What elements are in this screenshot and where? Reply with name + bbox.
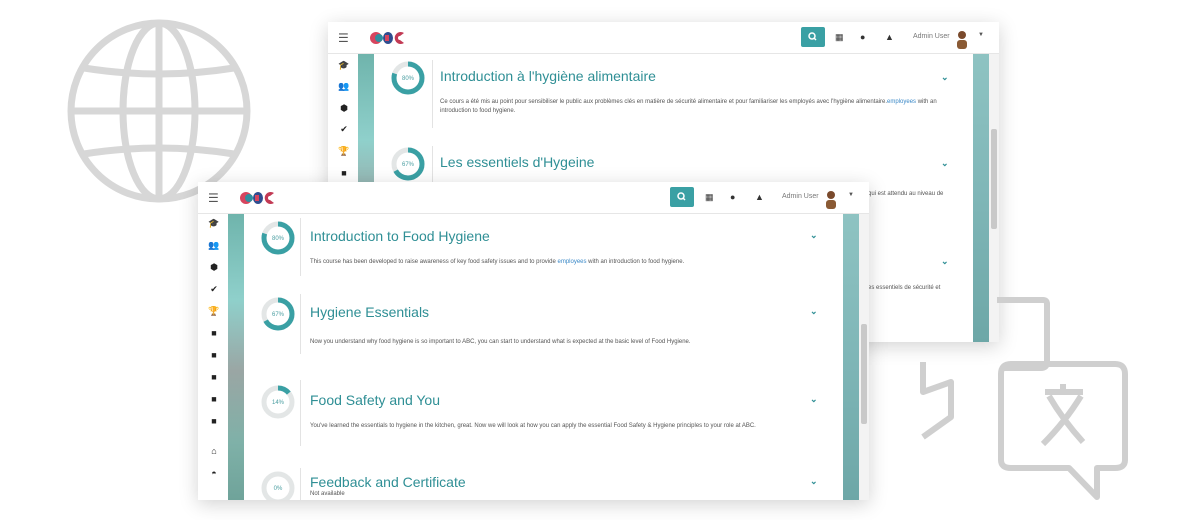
folder-icon[interactable]: ■ [208,328,220,338]
course-card[interactable]: 67% Hygiene Essentials ⌄ Now you underst… [258,294,848,354]
dashboard-gauge-icon[interactable]: ◓ [208,468,220,478]
progress-ring: 67% [261,297,295,331]
notifications-bell-icon[interactable]: ▲ [755,192,764,202]
course-card[interactable]: 80% Introduction à l'hygiène alimentaire… [388,60,978,130]
abc-logo [370,32,404,44]
description-text: This course has been developed to raise … [310,259,558,265]
badge-icon[interactable]: ⬢ [208,262,220,273]
translate-icon [920,297,1128,500]
scrollbar-thumb[interactable] [991,129,997,229]
course-description: Now you understand why food hygiene is s… [310,339,691,345]
course-card[interactable]: 14% Food Safety and You ⌄ You've learned… [258,380,848,446]
divider [300,294,301,354]
divider [432,60,433,128]
progress-ring: 0% [261,471,295,500]
users-icon[interactable]: 👥 [208,240,220,251]
check-circle-icon[interactable]: ✔ [338,124,350,135]
folder-icon[interactable]: ■ [208,350,220,360]
apps-grid-icon[interactable]: ▦ [705,192,714,203]
progress-ring: 67% [391,147,425,181]
chevron-down-icon[interactable]: ⌄ [941,72,949,83]
course-title[interactable]: Feedback and Certificate [310,474,466,490]
abc-logo [240,192,274,204]
course-card[interactable]: 67% Les essentiels d'Hygeine ⌄ [388,146,978,186]
progress-label: 80% [402,76,415,82]
course-card[interactable]: 80% Introduction to Food Hygiene ⌄ This … [258,218,848,282]
description-link[interactable]: employees [887,99,916,105]
messages-icon[interactable]: ● [860,32,865,42]
apps-grid-icon[interactable]: ▦ [835,32,844,43]
sidebar: 🎓 👥 ⬢ ✔ 🏆 ■ ■ ■ ■ ■ ⌂ ◓ [198,214,228,500]
progress-ring: 80% [261,221,295,255]
progress-label: 14% [272,400,285,406]
course-availability: Not available [310,491,345,497]
course-title[interactable]: Food Safety and You [310,392,440,408]
messages-icon[interactable]: ● [730,192,735,202]
scrollbar[interactable] [859,214,869,500]
search-icon [677,192,686,201]
home-icon[interactable]: ⌂ [208,446,220,456]
badge-icon[interactable]: ⬢ [338,103,350,114]
divider [300,380,301,446]
folder-icon[interactable]: ■ [208,416,220,426]
chevron-down-icon[interactable]: ⌄ [941,158,949,169]
hamburger-menu-icon[interactable]: ☰ [338,31,349,45]
description-text: Ce cours a été mis au point pour sensibi… [440,99,888,105]
folder-icon[interactable]: ■ [208,372,220,382]
user-menu-caret-icon[interactable]: ▼ [848,192,854,198]
user-avatar[interactable] [955,29,969,49]
course-window-english: ☰ ▦ ● ▲ Admin User ▼ 🎓 👥 ⬢ ✔ 🏆 ■ ■ ■ ■ ■… [198,182,869,500]
scrollbar-thumb[interactable] [861,324,867,424]
folder-icon[interactable]: ■ [338,168,350,178]
search-button[interactable] [670,187,694,207]
courses-cap-icon[interactable]: 🎓 [208,218,220,229]
folder-icon[interactable]: ■ [208,394,220,404]
notifications-bell-icon[interactable]: ▲ [885,32,894,42]
description-text-end: with an introduction to food hygiene. [586,259,685,265]
divider [300,468,301,500]
description-link[interactable]: employees [557,259,586,265]
top-navbar: ☰ ▦ ● ▲ Admin User ▼ [328,22,999,54]
course-card[interactable]: 0% Feedback and Certificate ⌄ Not availa… [258,468,848,500]
peek-text: qui est attendu au niveau de [868,191,944,197]
course-description: Ce cours a été mis au point pour sensibi… [440,98,940,116]
course-description: This course has been developed to raise … [310,258,810,267]
courses-cap-icon[interactable]: 🎓 [338,60,350,71]
progress-label: 80% [272,236,285,242]
decorative-strip-left [228,214,244,500]
course-title[interactable]: Introduction to Food Hygiene [310,228,490,244]
globe-icon [67,19,251,203]
course-title[interactable]: Les essentiels d'Hygeine [440,154,594,170]
hamburger-menu-icon[interactable]: ☰ [208,191,219,205]
trophy-icon[interactable]: 🏆 [208,306,220,317]
progress-label: 67% [402,162,415,168]
progress-label: 0% [274,486,283,492]
chevron-down-icon[interactable]: ⌄ [941,256,949,267]
search-button[interactable] [801,27,825,47]
chevron-down-icon[interactable]: ⌄ [810,306,818,317]
progress-ring: 14% [261,385,295,419]
chevron-down-icon[interactable]: ⌄ [810,394,818,405]
course-title[interactable]: Hygiene Essentials [310,304,429,320]
user-avatar[interactable] [824,189,838,209]
user-menu-caret-icon[interactable]: ▼ [978,32,984,38]
course-title[interactable]: Introduction à l'hygiène alimentaire [440,68,656,84]
admin-user-name[interactable]: Admin User [913,33,950,40]
check-circle-icon[interactable]: ✔ [208,284,220,295]
users-icon[interactable]: 👥 [338,81,350,92]
top-navbar: ☰ ▦ ● ▲ Admin User ▼ [198,182,869,214]
progress-label: 67% [272,312,285,318]
progress-ring: 80% [391,61,425,95]
course-description: You've learned the essentials to hygiene… [310,423,756,429]
chevron-down-icon[interactable]: ⌄ [810,476,818,487]
search-icon [808,32,817,41]
admin-user-name[interactable]: Admin User [782,193,819,200]
divider [300,218,301,276]
divider [432,146,433,186]
chevron-down-icon[interactable]: ⌄ [810,230,818,241]
trophy-icon[interactable]: 🏆 [338,146,350,157]
